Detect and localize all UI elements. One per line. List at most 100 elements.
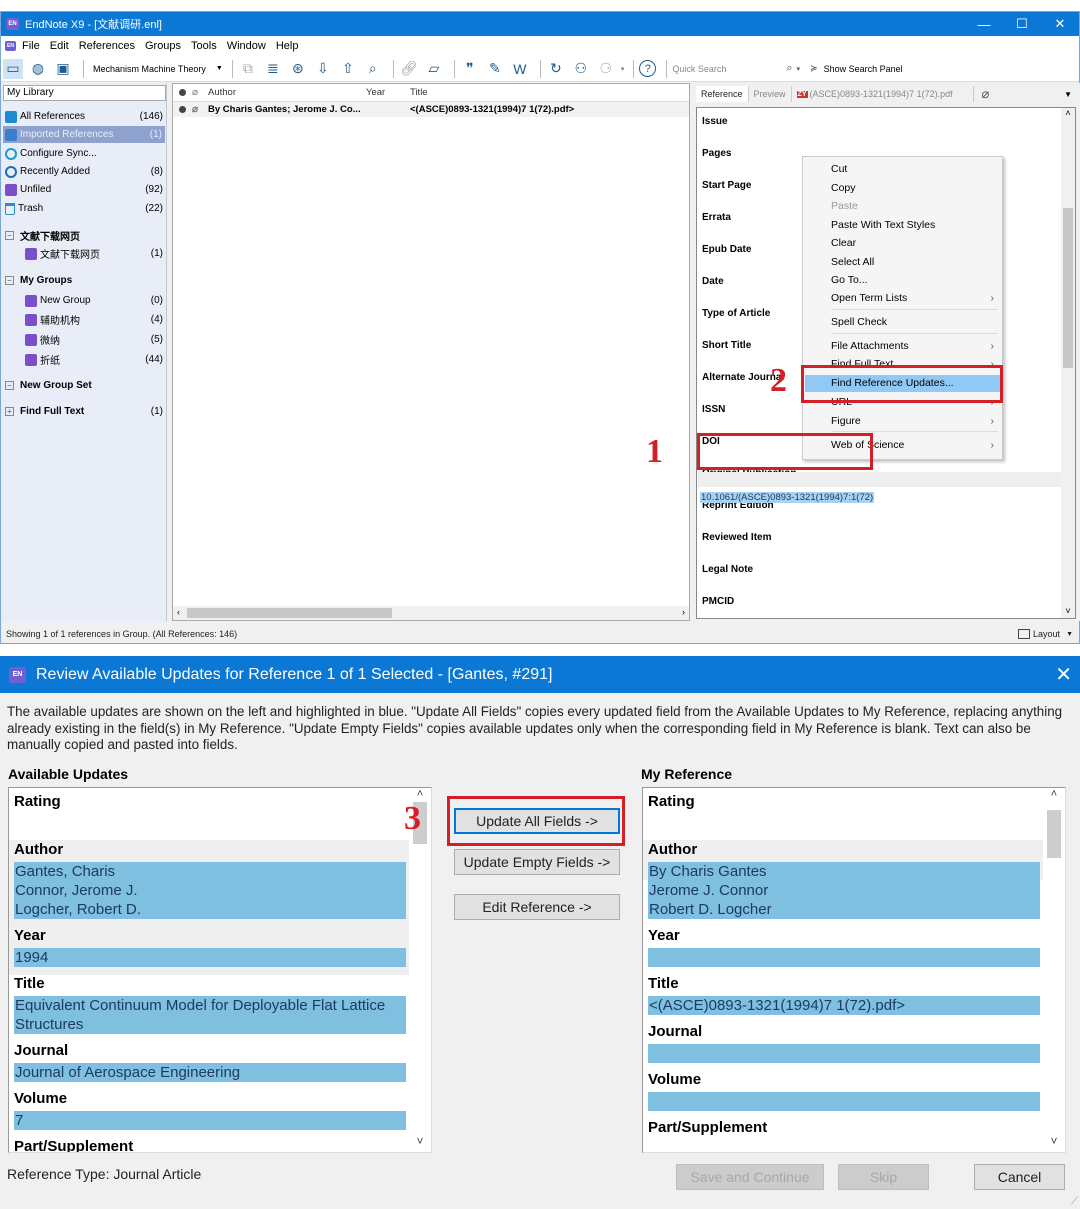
expand-icon[interactable]: +: [5, 407, 14, 416]
menu-references[interactable]: References: [79, 40, 135, 52]
menu-item-paste-with-text-styles[interactable]: Paste With Text Styles: [831, 217, 994, 234]
scroll-down-icon[interactable]: ˅: [411, 1134, 429, 1148]
column-year[interactable]: Year: [366, 87, 410, 98]
collapse-icon[interactable]: −: [5, 276, 14, 285]
show-search-panel-button[interactable]: Show Search Panel: [824, 64, 903, 74]
menu-item-spell-check[interactable]: Spell Check: [831, 314, 994, 331]
tab-reference[interactable]: Reference: [696, 86, 749, 102]
column-author[interactable]: Author: [208, 87, 366, 98]
skip-button[interactable]: Skip: [838, 1164, 929, 1190]
share-library-icon[interactable]: ⚇: [571, 59, 591, 79]
chevron-down-icon[interactable]: ▾: [621, 65, 625, 73]
sync-icon[interactable]: ↻: [546, 59, 566, 79]
group-unfiled[interactable]: Unfiled (92): [5, 181, 163, 198]
column-title[interactable]: Title: [410, 87, 428, 98]
menu-tools[interactable]: Tools: [191, 40, 217, 52]
tab-pdf[interactable]: ZY (ASCE)0893-1321(1994)7 1(72).pdf: [792, 86, 974, 102]
panel-menu-icon[interactable]: ▼: [1064, 90, 1072, 99]
menu-item-figure[interactable]: Figure ›: [831, 413, 994, 430]
help-icon[interactable]: ?: [639, 60, 657, 77]
group-set-header[interactable]: + Find Full Text (1): [5, 406, 163, 417]
menu-item-copy[interactable]: Copy: [831, 180, 994, 197]
new-reference-icon[interactable]: ≣: [263, 59, 283, 79]
tab-preview[interactable]: Preview: [749, 86, 792, 102]
resize-grip-icon[interactable]: ⟋: [1071, 1196, 1078, 1207]
collapse-icon[interactable]: −: [5, 231, 14, 240]
menu-item-open-term-lists[interactable]: Open Term Lists ›: [831, 290, 994, 307]
online-search-icon[interactable]: ⊛: [288, 59, 308, 79]
save-and-continue-button[interactable]: Save and Continue: [676, 1164, 824, 1190]
doi-value[interactable]: 10.1061/(ASCE)0893-1321(1994)7:1(72): [700, 492, 875, 503]
year-field-value[interactable]: [648, 948, 1040, 967]
year-update-value[interactable]: 1994: [14, 948, 406, 967]
dialog-close-button[interactable]: ✕: [1055, 662, 1072, 687]
shared-groups-icon[interactable]: ⚆: [596, 59, 616, 79]
table-row[interactable]: ⌀ By Charis Gantes; Jerome J. Co... <(AS…: [173, 102, 689, 117]
group-item[interactable]: 折纸 (44): [25, 351, 163, 368]
open-file-icon[interactable]: ▱: [424, 59, 444, 79]
open-link-icon[interactable]: 🔗︎: [399, 59, 419, 79]
scroll-up-icon[interactable]: ˄: [1061, 108, 1075, 118]
group-recently-added[interactable]: Recently Added (8): [5, 163, 163, 180]
volume-field-value[interactable]: [648, 1092, 1040, 1111]
return-to-word-icon[interactable]: W: [510, 59, 530, 79]
vertical-scrollbar[interactable]: ˄ ˅: [411, 788, 429, 1152]
volume-update-value[interactable]: 7: [14, 1111, 406, 1130]
edit-reference-button[interactable]: Edit Reference ->: [454, 894, 620, 920]
scroll-thumb[interactable]: [1063, 208, 1073, 368]
scroll-up-icon[interactable]: ˄: [1045, 788, 1063, 800]
search-icon[interactable]: ⌕: [786, 62, 792, 75]
menu-window[interactable]: Window: [227, 40, 266, 52]
quick-search-input[interactable]: Quick Search: [672, 64, 782, 74]
journal-field-value[interactable]: [648, 1044, 1040, 1063]
integrated-library-mode-icon[interactable]: ▣: [53, 59, 73, 79]
group-configure-sync[interactable]: Configure Sync...: [5, 145, 163, 162]
scroll-up-icon[interactable]: ˄: [411, 788, 429, 800]
scroll-down-icon[interactable]: ˅: [1045, 1134, 1063, 1148]
search-options-chevron-icon[interactable]: ▾: [797, 65, 801, 73]
maximize-button[interactable]: ☐: [1003, 12, 1041, 36]
online-search-mode-icon[interactable]: ◍: [28, 59, 48, 79]
scroll-thumb[interactable]: [1047, 810, 1061, 858]
group-trash[interactable]: Trash (22): [5, 200, 163, 217]
scroll-thumb[interactable]: [187, 608, 392, 618]
group-all-references[interactable]: All References (146): [5, 108, 163, 125]
find-full-text-icon[interactable]: ⌕: [363, 59, 383, 79]
scroll-left-icon[interactable]: ‹: [177, 607, 180, 617]
group-item[interactable]: 辅助机构 (4): [25, 311, 163, 328]
group-item[interactable]: New Group (0): [25, 292, 163, 309]
menu-groups[interactable]: Groups: [145, 40, 181, 52]
vertical-scrollbar[interactable]: ˄ ˅: [1045, 788, 1063, 1152]
collapse-icon[interactable]: −: [5, 381, 14, 390]
attachment-icon[interactable]: ⌀: [982, 86, 990, 102]
horizontal-scrollbar[interactable]: ‹ ›: [173, 606, 689, 620]
update-empty-fields-button[interactable]: Update Empty Fields ->: [454, 849, 620, 875]
insert-citation-icon[interactable]: ❞: [460, 59, 480, 79]
menu-edit[interactable]: Edit: [50, 40, 69, 52]
group-set-header[interactable]: − My Groups: [5, 275, 72, 286]
menu-item-paste[interactable]: Paste: [831, 198, 994, 215]
menu-file[interactable]: File: [22, 40, 40, 52]
menu-item-cut[interactable]: Cut: [831, 161, 994, 178]
journal-update-value[interactable]: Journal of Aerospace Engineering: [14, 1063, 406, 1082]
cancel-button[interactable]: Cancel: [974, 1164, 1065, 1190]
menu-item-clear[interactable]: Clear: [831, 235, 994, 252]
import-icon[interactable]: ⇩: [313, 59, 333, 79]
title-update-value[interactable]: Equivalent Continuum Model for Deployabl…: [14, 996, 406, 1034]
scroll-down-icon[interactable]: ˅: [1061, 606, 1075, 616]
output-style-select[interactable]: Mechanism Machine Theory ▼: [89, 64, 227, 74]
copy-to-local-icon[interactable]: ⧉: [238, 59, 258, 79]
menu-item-go-to[interactable]: Go To...: [831, 272, 994, 289]
minimize-button[interactable]: —: [965, 12, 1003, 36]
menu-item-file-attachments[interactable]: File Attachments ›: [831, 338, 994, 355]
scroll-right-icon[interactable]: ›: [682, 607, 685, 617]
title-field-value[interactable]: <(ASCE)0893-1321(1994)7 1(72).pdf>: [648, 996, 1040, 1015]
layout-button[interactable]: Layout ▼: [1018, 629, 1073, 639]
format-bibliography-icon[interactable]: ✎: [485, 59, 505, 79]
group-set-header[interactable]: − New Group Set: [5, 380, 92, 391]
author-field-value[interactable]: By Charis Gantes Jerome J. Connor Robert…: [648, 862, 1040, 919]
export-icon[interactable]: ⇧: [338, 59, 358, 79]
group-imported-references[interactable]: Imported References (1): [3, 126, 165, 143]
menu-item-select-all[interactable]: Select All: [831, 254, 994, 271]
group-set-header[interactable]: − 文献下载网页: [5, 228, 80, 243]
